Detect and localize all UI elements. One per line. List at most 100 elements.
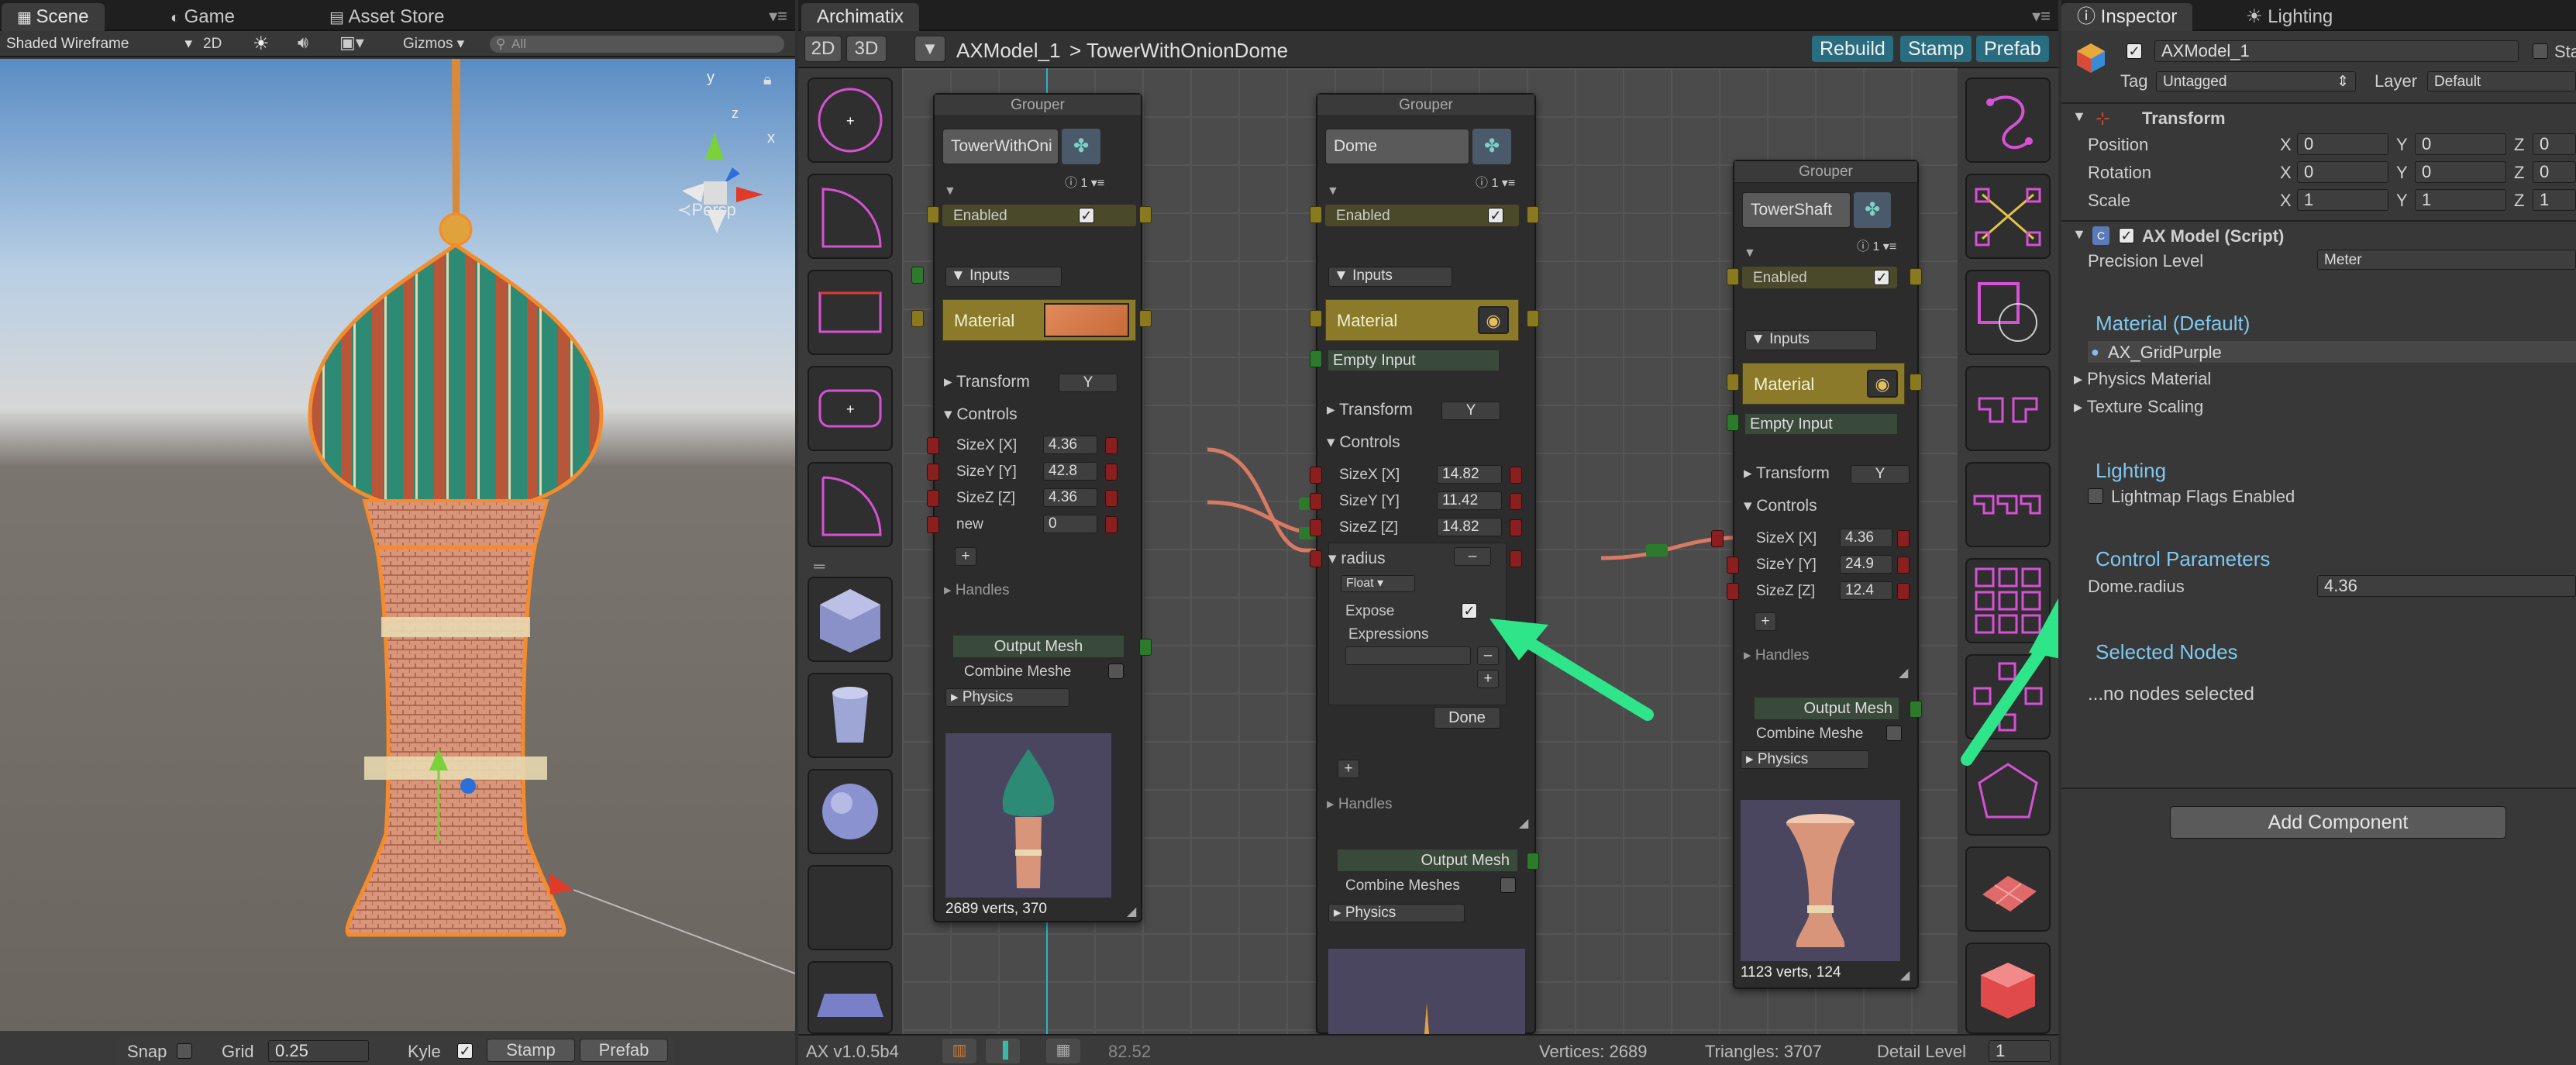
position-x-label[interactable]: X	[2280, 135, 2292, 155]
lightmap-flags-label: Lightmap Flags Enabled	[2111, 487, 2295, 506]
scene-search-input[interactable]: ⚲ All	[490, 36, 784, 53]
gizmo-z-handle[interactable]	[460, 778, 476, 794]
rotation-z-input[interactable]: 0	[2533, 161, 2576, 183]
control-parameters-title: Control Parameters	[2096, 547, 2271, 570]
position-y-label[interactable]: Y	[2396, 135, 2408, 155]
scene-bottom-bar: Snap Grid 0.25 Kyle ✓ Stamp Prefab	[116, 1037, 674, 1065]
search-icon: ⚲	[496, 36, 506, 51]
shaft-band-lower	[364, 757, 547, 780]
grid-toggle-icon[interactable]: ▥	[942, 1039, 976, 1063]
tab-scene[interactable]: ▦ Scene	[2, 3, 105, 31]
tab-inspector[interactable]: ⓘ Inspector	[2061, 3, 2193, 31]
position-z-input[interactable]: 0	[2533, 133, 2576, 155]
divider	[2061, 788, 2576, 789]
detail-level-input[interactable]: 1	[1989, 1040, 2051, 1062]
scene-prefab-button[interactable]: Prefab	[580, 1039, 668, 1062]
effects-dropdown-icon[interactable]: ▣▾	[339, 33, 364, 53]
vertices-count: Vertices: 2689	[1539, 1042, 1648, 1061]
tag-label: Tag	[2120, 71, 2148, 91]
shading-mode-dropdown[interactable]: Shaded Wireframe ▾	[6, 34, 192, 54]
transform-icon: ⊹	[2096, 109, 2110, 128]
transform-collapse-icon[interactable]: ▼	[2072, 109, 2086, 125]
rotation-x-input[interactable]: 0	[2297, 161, 2388, 183]
layout-toggle-icon[interactable]: ▐	[986, 1039, 1020, 1063]
snap-checkbox[interactable]	[177, 1043, 192, 1059]
precision-level-label: Precision Level	[2088, 251, 2204, 271]
gizmos-dropdown[interactable]: Gizmos ▾	[403, 34, 464, 54]
rotation-x-label[interactable]: X	[2280, 163, 2292, 183]
position-z-label[interactable]: Z	[2514, 135, 2524, 155]
scale-x-label[interactable]: X	[2280, 191, 2292, 211]
axis-x-cone[interactable]	[736, 187, 763, 202]
lightmap-flags-checkbox[interactable]	[2088, 488, 2103, 504]
projection-label[interactable]: ≺Persp	[677, 200, 736, 220]
spire	[452, 59, 460, 222]
position-y-input[interactable]: 0	[2415, 133, 2506, 155]
lighting-tab-icon: ☀	[2246, 6, 2268, 27]
rotation-z-label[interactable]: Z	[2514, 163, 2524, 183]
scale-z-label[interactable]: Z	[2514, 191, 2524, 211]
material-ball-icon: ●	[2091, 344, 2099, 360]
tab-asset-store[interactable]: ▤ Asset Store	[314, 3, 460, 31]
layer-label: Layer	[2375, 71, 2418, 91]
dome-radius-input[interactable]: 4.36	[2317, 575, 2576, 597]
dome-collar	[362, 499, 549, 549]
scene-panel: ▦ Scene ◐ Game ▤ Asset Store ▾≡ Shaded W…	[0, 0, 796, 1065]
gameobject-name-input[interactable]: AXModel_1	[2154, 40, 2519, 62]
scene-tabbar: ▦ Scene ◐ Game ▤ Asset Store ▾≡	[0, 0, 795, 31]
gizmo-x-handle[interactable]	[549, 873, 573, 894]
material-value: AX_GridPurple	[2108, 343, 2222, 362]
rotation-y-input[interactable]: 0	[2415, 161, 2506, 183]
tag-dropdown[interactable]: Untagged ⇕	[2156, 71, 2356, 91]
detail-level-label: Detail Level	[1877, 1042, 1966, 1061]
inspector-tabbar: ⓘ Inspector ☀ Lighting	[2061, 0, 2576, 31]
kyle-checkbox[interactable]: ✓	[457, 1043, 473, 1059]
scale-label: Scale	[2088, 191, 2131, 210]
divider	[2061, 220, 2576, 222]
axis-z-label: z	[732, 105, 739, 121]
inspector-tab-icon: ⓘ	[2077, 6, 2101, 27]
gizmo-x-axis-line	[573, 889, 796, 974]
inspector-panel: ⓘ Inspector ☀ Lighting ✓ AXModel_1 Sta T…	[2061, 0, 2576, 1065]
axis-y-cone[interactable]	[705, 133, 724, 160]
graph-toggle-icon[interactable]: ▦	[1046, 1039, 1080, 1063]
material-section-title: Material (Default)	[2096, 312, 2251, 335]
gameobject-active-checkbox[interactable]: ✓	[2127, 43, 2142, 59]
gameobject-cube-icon	[2074, 40, 2108, 74]
tower-shaft	[345, 545, 567, 937]
static-label: Sta	[2554, 42, 2576, 61]
axis-z-cone[interactable]	[725, 167, 740, 183]
scale-z-input[interactable]: 1	[2533, 189, 2576, 211]
static-checkbox[interactable]	[2533, 43, 2548, 59]
texture-scaling-toggle[interactable]: ▸ Texture Scaling	[2074, 397, 2203, 417]
physics-material-toggle[interactable]: ▸ Physics Material	[2074, 369, 2211, 389]
audio-toggle-icon[interactable]: 🔊︎	[298, 33, 308, 53]
add-component-button[interactable]: Add Component	[2170, 806, 2506, 839]
precision-level-dropdown[interactable]: Meter	[2317, 250, 2576, 270]
layer-dropdown[interactable]: Default	[2427, 71, 2576, 91]
lock-icon[interactable]: 🔒︎	[763, 71, 772, 89]
axis-y-label: y	[707, 69, 715, 86]
scale-y-label[interactable]: Y	[2396, 191, 2408, 211]
scene-viewport[interactable]: y x z ≺Persp 🔒︎	[0, 59, 796, 1031]
divider	[2061, 102, 2576, 104]
tab-lighting[interactable]: ☀ Lighting	[2230, 3, 2348, 31]
selected-nodes-text: ...no nodes selected	[2088, 684, 2254, 705]
scale-y-input[interactable]: 1	[2415, 189, 2506, 211]
tab-game[interactable]: ◐ Game	[155, 3, 250, 31]
position-x-input[interactable]: 0	[2297, 133, 2388, 155]
axmodel-enabled-checkbox[interactable]: ✓	[2119, 228, 2134, 243]
grid-input[interactable]: 0.25	[268, 1040, 369, 1062]
scale-x-input[interactable]: 1	[2297, 189, 2388, 211]
panel-menu-icon[interactable]: ▾≡	[769, 6, 787, 26]
rotation-y-label[interactable]: Y	[2396, 163, 2408, 183]
archimatix-panel: Archimatix ▾≡ 2D 3D ▼ AXModel_1 > TowerW…	[798, 0, 2058, 1065]
mode-2d-toggle[interactable]: 2D	[203, 34, 222, 54]
triangles-count: Triangles: 3707	[1705, 1042, 1822, 1061]
axmodel-collapse-icon[interactable]: ▼	[2072, 226, 2086, 243]
material-value-row[interactable]: ● AX_GridPurple	[2088, 341, 2576, 363]
lighting-toggle-icon[interactable]: ☀	[253, 33, 270, 55]
snap-label: Snap	[127, 1042, 167, 1061]
scene-stamp-button[interactable]: Stamp	[487, 1039, 575, 1062]
tower-model[interactable]: y x z	[0, 59, 796, 1031]
